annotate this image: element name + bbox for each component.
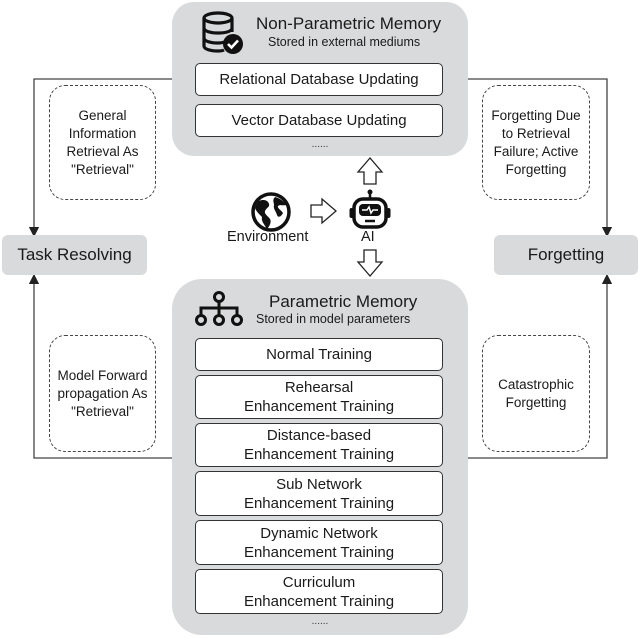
arrow-down-icon [356, 249, 384, 277]
box-label-line2: Enhancement Training [243, 446, 395, 463]
forgetting-label: Forgetting [527, 245, 605, 264]
general-retrieval-note: General Information Retrieval As "Retrie… [49, 85, 156, 200]
note-line: Information [68, 125, 137, 141]
forward-propagation-note: Model Forward propagation As "Retrieval" [49, 335, 156, 452]
more-ellipsis: ...... [311, 139, 329, 150]
dynamic-network-training-box: Dynamic Network Enhancement Training [195, 520, 443, 565]
ai-label: AI [361, 229, 375, 245]
note-line: Catastrophic [498, 376, 574, 392]
hierarchy-icon [195, 291, 243, 326]
more-ellipsis: ...... [311, 616, 329, 627]
box-label: Relational Database Updating [219, 71, 419, 88]
retrieval-failure-note: Forgetting Due to Retrieval Failure; Act… [482, 85, 590, 200]
task-resolving-node: Task Resolving [2, 235, 147, 275]
forgetting-node: Forgetting [494, 235, 638, 275]
parametric-title: Parametric Memory [269, 292, 418, 311]
vector-db-updating-box: Vector Database Updating [195, 104, 443, 137]
box-label-line2: Enhancement Training [243, 494, 395, 512]
curriculum-training-box: Curriculum Enhancement Training [195, 569, 443, 614]
database-check-icon [202, 11, 243, 54]
note-line: propagation As [57, 385, 148, 401]
relational-db-updating-box: Relational Database Updating [195, 63, 443, 96]
box-label-line1: Dynamic Network [260, 524, 378, 542]
note-line: Forgetting [505, 394, 567, 410]
task-resolving-label: Task Resolving [17, 245, 132, 264]
catastrophic-forgetting-note: Catastrophic Forgetting [482, 335, 590, 452]
note-line: to Retrieval [501, 125, 571, 141]
box-label: Vector Database Updating [231, 112, 407, 129]
note-line: "Retrieval" [71, 161, 134, 177]
arrow-up-icon [356, 157, 384, 185]
distance-based-training-box: Distance-based Enhancement Training [195, 423, 443, 467]
non-parametric-subtitle: Stored in external mediums [268, 35, 421, 49]
note-line: Retrieval As [66, 143, 139, 159]
parametric-subtitle: Stored in model parameters [256, 312, 411, 326]
ai-robot-icon [349, 189, 391, 229]
box-label-line1: Rehearsal [284, 379, 354, 396]
note-line: Forgetting Due [491, 107, 581, 123]
box-label-line1: Distance-based [266, 427, 372, 444]
globe-icon [251, 192, 291, 232]
environment-label: Environment [227, 229, 309, 245]
note-line: Forgetting [505, 161, 567, 177]
note-line: Failure; Active [493, 143, 579, 159]
rehearsal-training-box: Rehearsal Enhancement Training [195, 375, 443, 419]
non-parametric-title: Non-Parametric Memory [256, 14, 442, 33]
note-line: "Retrieval" [71, 403, 134, 419]
normal-training-box: Normal Training [195, 338, 443, 371]
note-line: Model Forward [57, 367, 148, 383]
arrow-right-icon [310, 197, 337, 225]
box-label-line2: Enhancement Training [243, 592, 395, 610]
box-label-line2: Enhancement Training [243, 543, 395, 561]
sub-network-training-box: Sub Network Enhancement Training [195, 471, 443, 516]
note-line: General [78, 107, 127, 123]
box-label-line2: Enhancement Training [243, 398, 395, 415]
box-label-line1: Sub Network [276, 475, 362, 493]
box-label-line1: Curriculum [282, 573, 356, 591]
box-label: Normal Training [266, 346, 372, 363]
